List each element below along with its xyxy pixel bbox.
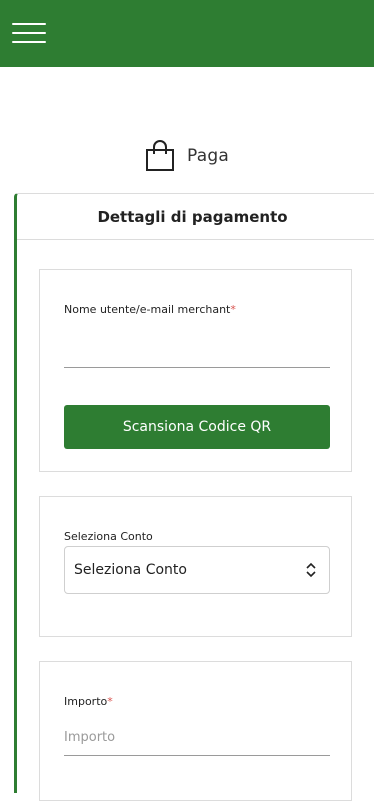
shopping-bag-icon: [145, 140, 175, 172]
merchant-input-underline: [64, 367, 330, 368]
merchant-label-text: Nome utente/e-mail merchant: [64, 303, 231, 316]
page-header: Paga: [0, 136, 374, 176]
amount-label-text: Importo: [64, 695, 108, 708]
hamburger-menu-icon[interactable]: [12, 20, 48, 46]
merchant-input[interactable]: [64, 330, 330, 366]
up-down-chevron-icon: [305, 562, 317, 582]
merchant-field-label: Nome utente/e-mail merchant*: [64, 303, 236, 316]
scan-qr-button[interactable]: Scansiona Codice QR: [64, 405, 330, 449]
required-mark: *: [230, 303, 236, 316]
account-section: Seleziona Conto Seleziona Conto: [39, 496, 352, 637]
amount-section: Importo*: [39, 661, 352, 801]
page-title: Paga: [187, 146, 229, 166]
amount-field-label: Importo*: [64, 695, 113, 708]
account-select-value: Seleziona Conto: [74, 562, 187, 578]
card-title: Dettagli di pagamento: [17, 194, 374, 240]
amount-input-underline: [64, 755, 330, 756]
merchant-section: Nome utente/e-mail merchant* Scansiona C…: [39, 269, 352, 472]
amount-input[interactable]: [64, 722, 330, 752]
payment-details-card: Dettagli di pagamento Nome utente/e-mail…: [14, 193, 374, 801]
account-select[interactable]: Seleziona Conto: [64, 546, 330, 594]
required-mark: *: [107, 695, 113, 708]
account-field-label: Seleziona Conto: [64, 530, 153, 543]
top-app-bar: [0, 0, 374, 67]
